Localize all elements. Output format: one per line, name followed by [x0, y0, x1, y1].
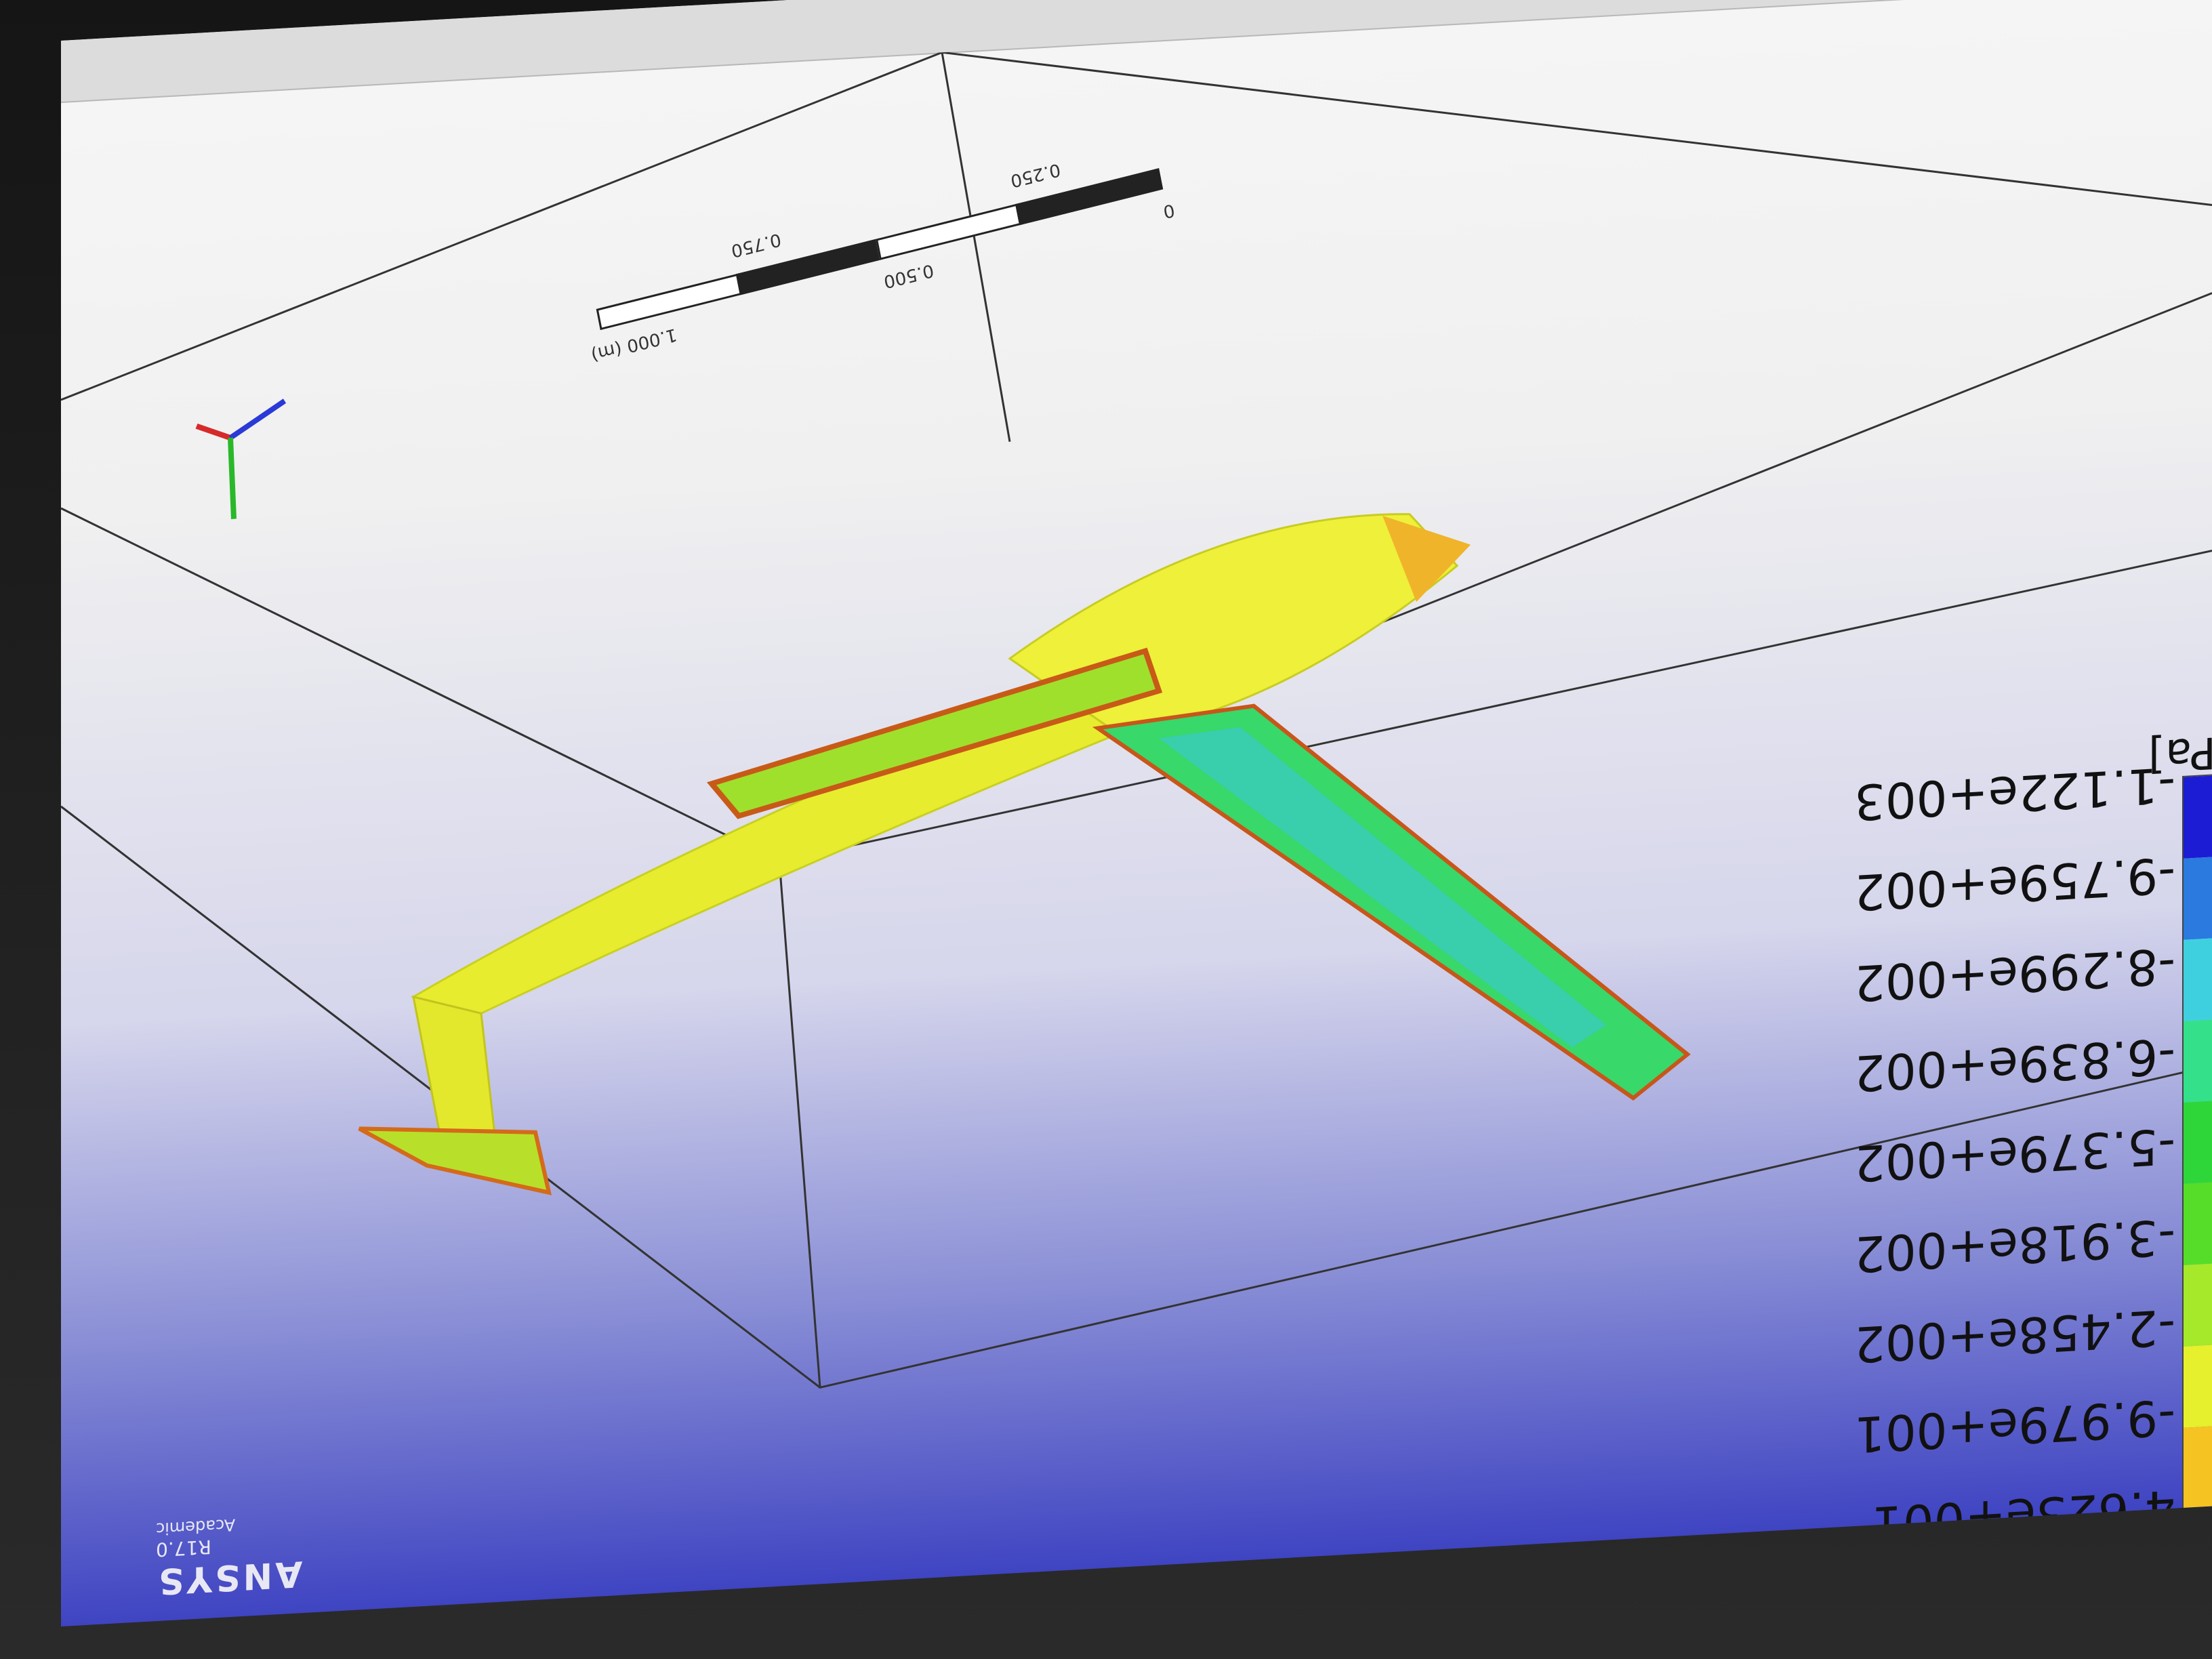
legend-label: -5.379e+002 [1853, 1117, 2175, 1193]
scale-segment [596, 272, 744, 331]
legend-swatch [2184, 1423, 2212, 1509]
legend-swatch [2184, 1017, 2212, 1103]
scale-label: 0.250 [1008, 159, 1063, 191]
triad-x-axis [195, 424, 232, 441]
legend-label: -2.458e+002 [1853, 1298, 2175, 1374]
legend-swatch [2184, 1098, 2212, 1184]
aircraft-model[interactable] [358, 497, 1691, 1203]
triad-z-axis [228, 398, 287, 441]
legend-label: -9.759e+002 [1853, 846, 2175, 922]
scale-label: 0 [1161, 199, 1176, 222]
horizontal-stabilizer [358, 1126, 552, 1195]
legend-label: -6.839e+002 [1853, 1027, 2175, 1103]
scale-label: 1.000 (m) [589, 323, 679, 365]
legend-swatch [2184, 1342, 2212, 1428]
3d-viewport[interactable]: 0 0.250 0.500 0.750 1.000 (m) [Pa] -1.12… [61, 0, 2212, 1626]
legend-color-bar [2182, 771, 2212, 1593]
logo-brand: ANSYS [156, 1553, 303, 1602]
triad-y-axis [228, 437, 237, 520]
legend-swatch [2184, 854, 2212, 940]
ansys-logo: ANSYS R17.0 Academic [156, 1511, 303, 1602]
legend-swatch [2184, 1261, 2212, 1347]
legend-label: -8.299e+002 [1853, 937, 2175, 1012]
vertical-tail [412, 995, 496, 1139]
legend-label: -3.918e+002 [1853, 1208, 2175, 1283]
legend-label: -9.979e+001 [1853, 1388, 2175, 1464]
scale-label: 0.500 [882, 260, 936, 292]
legend-swatch [2184, 1179, 2212, 1265]
cfd-post-screen: 0 0.250 0.500 0.750 1.000 (m) [Pa] -1.12… [61, 0, 2212, 1626]
scale-label: 0.750 [729, 228, 783, 262]
legend-swatch [2184, 935, 2212, 1021]
legend-labels: -1.122e+003 -9.759e+002 -8.299e+002 -6.839e… [1796, 756, 2175, 1626]
legend-swatch [2184, 773, 2212, 859]
axis-triad [195, 398, 287, 520]
wing-low-pressure-zone [1159, 726, 1606, 1048]
scale-segment [875, 203, 1024, 260]
